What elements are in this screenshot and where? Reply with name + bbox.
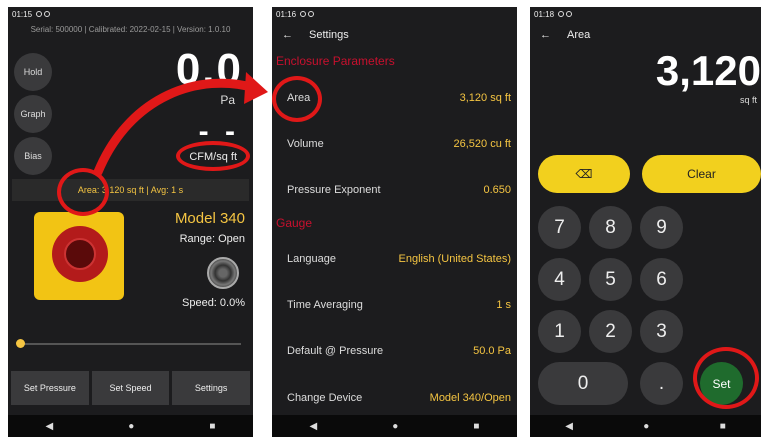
key-4[interactable]: 4 bbox=[538, 258, 581, 301]
back-icon[interactable]: ◀ bbox=[565, 421, 573, 432]
hold-button[interactable]: Hold bbox=[14, 53, 52, 91]
back-icon[interactable]: ◀ bbox=[310, 421, 318, 432]
area-unit: sq ft bbox=[739, 95, 757, 105]
set-speed-button[interactable]: Set Speed bbox=[91, 371, 170, 405]
device-info: Serial: 500000 | Calibrated: 2022-02-15 … bbox=[30, 25, 231, 34]
setting-label: Area bbox=[287, 92, 311, 104]
area-value-display: 3,120 bbox=[655, 47, 761, 94]
backspace-button[interactable]: ⌫ bbox=[538, 155, 630, 193]
setting-value: Model 340/Open bbox=[429, 392, 511, 404]
notification-icons bbox=[300, 11, 315, 17]
settings-screen: 01:16 ← Settings Enclosure Parameters Ar… bbox=[272, 7, 517, 437]
key-3[interactable]: 3 bbox=[640, 310, 683, 353]
android-nav-bar: ◀ ● ■ bbox=[272, 415, 517, 437]
page-title: Settings bbox=[309, 29, 349, 41]
key-8[interactable]: 8 bbox=[589, 206, 632, 249]
key-1[interactable]: 1 bbox=[538, 310, 581, 353]
bottom-toolbar: Set Pressure Set Speed Settings bbox=[11, 371, 251, 405]
fan-ring-icon[interactable] bbox=[207, 257, 239, 289]
status-time: 01:18 bbox=[534, 9, 555, 19]
graph-button[interactable]: Graph bbox=[14, 95, 52, 133]
device-model: Model 340 bbox=[174, 210, 245, 227]
setting-row-time-averaging[interactable]: Time Averaging 1 s bbox=[272, 293, 517, 317]
status-time: 01:15 bbox=[12, 9, 33, 19]
setting-label: Default @ Pressure bbox=[287, 345, 384, 357]
recent-apps-icon[interactable]: ■ bbox=[720, 421, 726, 432]
pressure-reading: 0.0 bbox=[175, 45, 243, 94]
setting-value: 50.0 Pa bbox=[473, 345, 511, 357]
set-pressure-button[interactable]: Set Pressure bbox=[11, 371, 89, 405]
speed-slider-thumb[interactable] bbox=[16, 339, 25, 348]
status-time: 01:16 bbox=[276, 9, 297, 19]
key-0[interactable]: 0 bbox=[538, 362, 628, 405]
home-icon[interactable]: ● bbox=[392, 421, 398, 432]
key-6[interactable]: 6 bbox=[640, 258, 683, 301]
notification-icons bbox=[36, 11, 51, 17]
setting-row-pressure-exponent[interactable]: Pressure Exponent 0.650 bbox=[272, 178, 517, 202]
setting-label: Time Averaging bbox=[287, 299, 363, 311]
setting-row-area[interactable]: Area 3,120 sq ft bbox=[272, 86, 517, 110]
key-decimal[interactable]: . bbox=[640, 362, 683, 405]
setting-label: Volume bbox=[287, 138, 324, 150]
status-bar: 01:15 bbox=[8, 7, 253, 21]
clear-button[interactable]: Clear bbox=[642, 155, 761, 193]
android-nav-bar: ◀ ● ■ bbox=[8, 415, 253, 437]
pressure-unit: Pa bbox=[220, 93, 235, 107]
back-arrow-icon[interactable]: ← bbox=[540, 29, 551, 41]
fan-speed: Speed: 0.0% bbox=[182, 297, 245, 309]
area-toolbar: ← Area bbox=[530, 23, 761, 47]
bias-button[interactable]: Bias bbox=[14, 137, 52, 175]
fan-device-image bbox=[34, 212, 124, 300]
back-icon[interactable]: ◀ bbox=[46, 421, 54, 432]
section-gauge: Gauge bbox=[276, 216, 313, 230]
home-icon[interactable]: ● bbox=[643, 421, 649, 432]
backspace-icon: ⌫ bbox=[575, 167, 593, 181]
settings-toolbar: ← Settings bbox=[272, 23, 517, 47]
page-title: Area bbox=[567, 29, 591, 41]
section-enclosure-parameters: Enclosure Parameters bbox=[276, 54, 395, 68]
flow-unit-selector[interactable]: CFM/sq ft bbox=[189, 151, 237, 163]
recent-apps-icon[interactable]: ■ bbox=[473, 421, 479, 432]
main-screen: 01:15 Serial: 500000 | Calibrated: 2022-… bbox=[8, 7, 253, 437]
setting-label: Change Device bbox=[287, 392, 363, 404]
status-bar: 01:18 bbox=[530, 7, 761, 21]
setting-row-volume[interactable]: Volume 26,520 cu ft bbox=[272, 132, 517, 156]
key-7[interactable]: 7 bbox=[538, 206, 581, 249]
area-averaging-bar[interactable]: Area: 3,120 sq ft | Avg: 1 s bbox=[12, 179, 249, 201]
notification-icons bbox=[558, 11, 573, 17]
key-2[interactable]: 2 bbox=[589, 310, 632, 353]
setting-value: 26,520 cu ft bbox=[453, 138, 512, 150]
setting-row-language[interactable]: Language English (United States) bbox=[272, 247, 517, 271]
speed-slider-track[interactable] bbox=[20, 343, 241, 345]
setting-value: 0.650 bbox=[483, 184, 511, 196]
setting-label: Language bbox=[287, 253, 336, 265]
back-arrow-icon[interactable]: ← bbox=[282, 29, 293, 41]
set-button[interactable]: Set bbox=[700, 362, 743, 405]
home-icon[interactable]: ● bbox=[128, 421, 134, 432]
key-9[interactable]: 9 bbox=[640, 206, 683, 249]
key-5[interactable]: 5 bbox=[589, 258, 632, 301]
setting-row-default-pressure[interactable]: Default @ Pressure 50.0 Pa bbox=[272, 339, 517, 363]
flow-reading: - - bbox=[198, 115, 239, 148]
status-bar: 01:16 bbox=[272, 7, 517, 21]
recent-apps-icon[interactable]: ■ bbox=[209, 421, 215, 432]
setting-value: 1 s bbox=[496, 299, 511, 311]
setting-row-change-device[interactable]: Change Device Model 340/Open bbox=[272, 386, 517, 410]
area-entry-screen: 01:18 ← Area 3,120 sq ft ⌫ Clear 7 8 9 4… bbox=[530, 7, 761, 437]
android-nav-bar: ◀ ● ■ bbox=[530, 415, 761, 437]
setting-label: Pressure Exponent bbox=[287, 184, 381, 196]
settings-button[interactable]: Settings bbox=[172, 371, 251, 405]
setting-value: 3,120 sq ft bbox=[459, 92, 511, 104]
device-range: Range: Open bbox=[179, 233, 245, 245]
setting-value: English (United States) bbox=[398, 253, 512, 265]
